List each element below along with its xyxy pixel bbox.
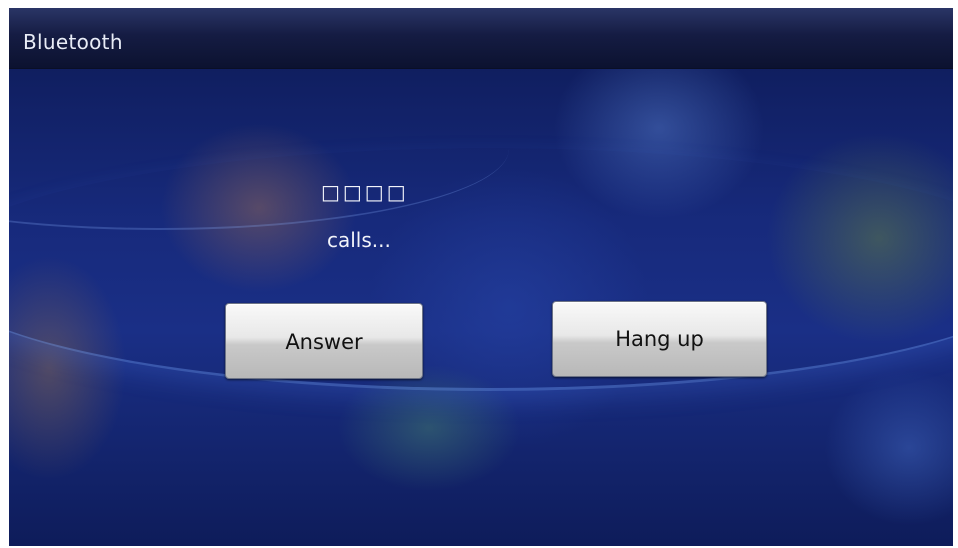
caller-name: □□□□: [321, 180, 409, 204]
answer-button[interactable]: Answer: [225, 303, 423, 379]
window-title: Bluetooth: [23, 30, 123, 54]
hang-up-button[interactable]: Hang up: [552, 301, 767, 377]
title-bar: Bluetooth: [9, 8, 953, 69]
background-wave: [9, 148, 953, 391]
bluetooth-call-screen: Bluetooth □□□□ calls... Answer Hang up: [9, 8, 953, 546]
call-status: calls...: [327, 228, 391, 252]
